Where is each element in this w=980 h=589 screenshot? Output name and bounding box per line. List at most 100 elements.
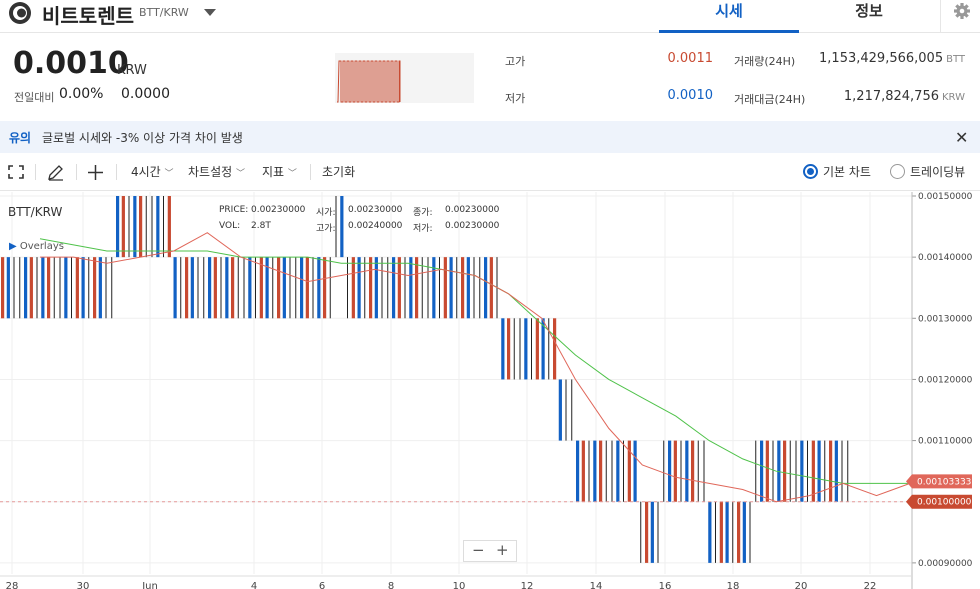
candle [541,318,545,380]
x-tick-label: 10 [453,581,466,589]
bittorrent-logo-icon [9,2,31,24]
y-tick-label: 0.00110000 [918,437,973,447]
notice-tag: 유의 [9,131,32,145]
y-tick-label: 0.00130000 [918,314,973,324]
fullscreen-icon[interactable] [8,165,24,179]
amount-value: 1,217,824,756 KRW [843,89,965,104]
candle [374,257,378,319]
x-tick-label: 8 [388,581,394,589]
candle [167,196,171,258]
interval-dropdown[interactable]: 4시간 ﹀ [131,163,174,180]
candle [340,196,344,258]
candle [765,440,769,502]
candle [259,257,263,319]
candle [489,257,493,319]
price-chart[interactable]: 0.00150000 0.00140000 0.00130000 0.00120000… [0,192,980,589]
candle [190,257,194,319]
legend-high: 0.00240000 [348,221,403,231]
legend-low-label: 저가: [413,224,433,234]
candle [599,440,603,502]
candle [673,440,677,502]
settings-gear-icon[interactable] [940,0,980,33]
legend-price-label: PRICE: [219,205,249,215]
legend-vol-label: VOL: [219,221,241,231]
candle [800,440,804,502]
crosshair-plus-icon[interactable] [87,164,104,181]
candle [6,257,10,319]
candle [305,257,309,319]
coin-select-chevron-down-icon[interactable] [204,9,216,16]
candle [64,257,68,319]
candle [783,440,787,502]
candle [708,501,712,563]
low-value: 0.0010 [667,88,714,103]
legend-vol: 2.8T [251,221,271,231]
x-tick-label: Jun [141,581,158,589]
candle [225,257,229,319]
candle [98,257,102,319]
candle [484,257,488,319]
candle [461,257,465,319]
basic-chart-radio[interactable] [803,164,818,179]
candlestick-chart-svg[interactable]: 0.00150000 0.00140000 0.00130000 0.00120000… [0,192,980,589]
current-price: 0.0010 [13,46,129,81]
candle [466,257,470,319]
reset-button[interactable]: 초기화 [322,163,355,180]
candle [691,440,695,502]
x-tick-label: 30 [77,581,90,589]
tab-info[interactable]: 정보 [799,0,939,33]
candle [351,257,355,319]
candle [432,257,436,319]
high-value: 0.0011 [667,51,714,66]
candle [282,257,286,319]
y-tick-label: 0.00120000 [918,375,973,385]
candle [616,440,620,502]
candle [75,257,79,319]
tradingview-radio[interactable] [890,164,905,179]
candle [581,440,585,502]
candle [47,257,51,319]
zoom-out-button[interactable]: − [472,541,485,559]
legend-price: 0.00230000 [251,205,306,215]
candle [415,257,419,319]
coin-pair: BTT/KRW [139,6,189,19]
indicators-dropdown[interactable]: 지표 ﹀ [262,163,297,180]
candle [357,257,361,319]
candle [1,257,5,319]
candle [725,501,729,563]
x-tick-label: 6 [319,581,325,589]
coin-name[interactable]: 비트토렌트 [42,0,134,29]
candle [185,257,189,319]
close-icon[interactable]: ✕ [955,128,968,147]
candle [133,196,137,258]
tradingview-label[interactable]: 트레이딩뷰 [910,163,965,180]
chart-symbol: BTT/KRW [8,205,63,219]
candle [300,257,304,319]
candle [277,257,281,319]
candle [409,257,413,319]
legend-close: 0.00230000 [445,205,500,215]
basic-chart-label[interactable]: 기본 차트 [823,163,871,180]
candle [397,257,401,319]
tab-price[interactable]: 시세 [659,0,799,33]
legend-low: 0.00230000 [445,221,500,231]
x-tick-label: 20 [795,581,808,589]
candle [317,257,321,319]
candle [443,257,447,319]
x-tick-label: 16 [659,581,672,589]
overlays-toggle[interactable]: ▶ Overlays [9,241,64,252]
volume-label: 거래량(24H) [734,55,796,68]
change-value: 0.0000 [121,86,170,102]
candle [369,257,373,319]
candle [576,440,580,502]
candle [449,257,453,319]
candle [121,196,125,258]
candle [668,440,672,502]
candle [524,318,528,380]
zoom-in-button[interactable]: + [496,541,509,559]
header-bar: 비트토렌트 BTT/KRW 시세 정보 [0,0,980,33]
chart-settings-dropdown[interactable]: 차트설정 ﹀ [188,163,245,180]
candle [834,440,838,502]
chart-toolbar: 4시간 ﹀ 차트설정 ﹀ 지표 ﹀ 초기화 기본 차트 트레이딩뷰 [0,153,980,191]
pencil-draw-icon[interactable] [47,164,64,181]
